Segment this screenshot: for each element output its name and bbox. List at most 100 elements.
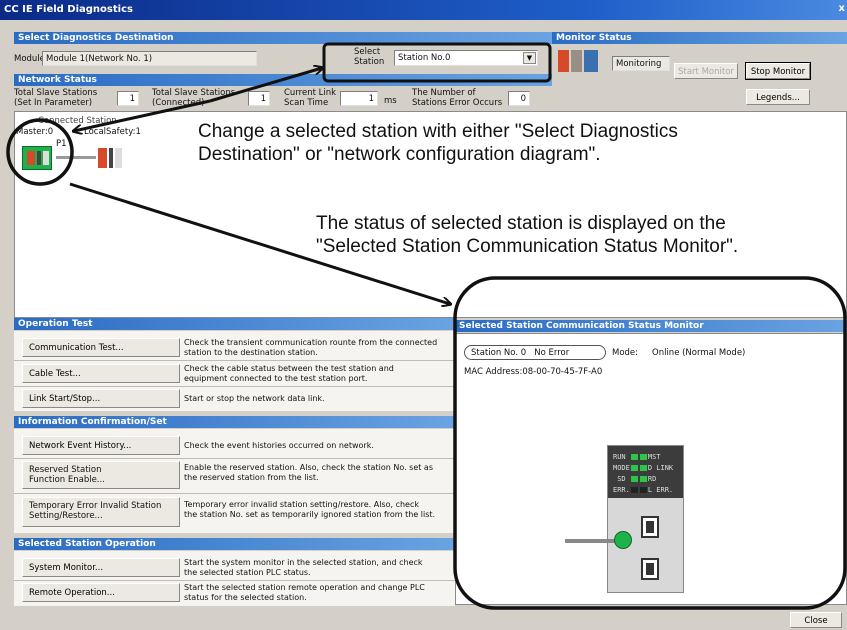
monitoring-animation-icon	[558, 48, 602, 74]
monitor-status-header: Monitor Status	[552, 32, 847, 44]
station-status-badge: Station No. 0 No Error	[464, 345, 606, 360]
title-bar: CC IE Field Diagnostics x	[0, 0, 847, 20]
led-rd	[639, 476, 647, 482]
led-lerr	[639, 487, 647, 493]
total-param-value: 1	[117, 91, 139, 106]
temporary-error-label: Temporary Error Invalid Station	[29, 501, 162, 511]
divider	[14, 580, 455, 581]
total-conn-value: 1	[248, 91, 270, 106]
led-sd	[630, 476, 638, 482]
temporary-error-desc: Temporary error invalid station setting/…	[184, 500, 420, 509]
total-conn-label-2: (Connected)	[152, 98, 205, 108]
cable-test-desc-2: equipment connected to the test station …	[184, 374, 368, 383]
station-error-status: No Error	[534, 348, 570, 358]
led-mst	[639, 454, 647, 460]
system-monitor-desc: Start the system monitor in the selected…	[184, 558, 423, 567]
scan-time-label: Current Link	[284, 88, 337, 98]
remote-operation-button[interactable]: Remote Operation...	[22, 583, 180, 602]
led-mode-label: MODE	[613, 464, 630, 472]
station-select[interactable]: Station No.0 ▼	[394, 50, 538, 66]
port-label: P1	[56, 139, 67, 149]
network-cable	[56, 156, 96, 159]
link-start-stop-button[interactable]: Link Start/Stop...	[22, 389, 180, 408]
info-confirm-header: Information Confirmation/Set	[14, 416, 455, 428]
led-err-label: ERR.	[613, 486, 630, 494]
error-stations-value: 0	[508, 91, 530, 106]
system-monitor-button[interactable]: System Monitor...	[22, 558, 180, 577]
led-run	[630, 454, 638, 460]
temporary-error-invalid-button[interactable]: Temporary Error Invalid Station Setting/…	[22, 497, 180, 527]
master-station-icon[interactable]	[22, 146, 52, 170]
led-sd-label: SD	[617, 475, 626, 483]
led-mst-label: MST	[647, 453, 661, 461]
mode-label: Mode:	[612, 348, 639, 358]
link-start-stop-desc: Start or stop the network data link.	[184, 394, 325, 403]
reserved-station-button[interactable]: Reserved Station Function Enable...	[22, 461, 180, 489]
close-button[interactable]: Close	[790, 612, 842, 628]
temporary-error-desc-2: the station No. set as temporarily ignor…	[184, 510, 436, 519]
error-stations-label: The Number of	[412, 88, 476, 98]
led-dlink-label: D LINK	[647, 464, 674, 472]
system-monitor-desc-2: the selected station PLC status.	[184, 568, 311, 577]
start-monitor-button[interactable]: Start Monitor	[674, 63, 738, 79]
local-station-icon[interactable]	[98, 148, 122, 168]
reserved-station-desc: Enable the reserved station. Also, check…	[184, 463, 433, 472]
select-station-label-2: Station	[354, 57, 385, 67]
connected-station-label: Connected Station	[38, 116, 117, 126]
communication-test-button[interactable]: Communication Test...	[22, 338, 180, 357]
network-event-history-button[interactable]: Network Event History...	[22, 436, 180, 455]
led-dlink	[639, 465, 647, 471]
legends-button[interactable]: Legends...	[746, 89, 810, 105]
master-label: Master:0	[16, 127, 54, 137]
plc-module-graphic: RUN MST MODE D LINK SD RD ERR. L ERR.	[607, 445, 684, 593]
port-connected-indicator-icon	[614, 531, 632, 549]
select-station-label: Select	[354, 47, 381, 57]
ethernet-port-1-icon	[641, 516, 659, 538]
cable-test-button[interactable]: Cable Test...	[22, 364, 180, 383]
station-operation-header: Selected Station Operation	[14, 538, 455, 550]
status-monitor-header: Selected Station Communication Status Mo…	[455, 320, 847, 332]
callout-select-station-line1: Change a selected station with either "S…	[198, 121, 678, 142]
total-conn-label: Total Slave Stations	[152, 88, 236, 98]
network-event-history-desc: Check the event histories occurred on ne…	[184, 441, 374, 450]
callout-select-station: Change a selected station with either "S…	[198, 120, 678, 166]
network-status-header: Network Status	[14, 74, 552, 86]
callout-status-monitor-line2: "Selected Station Communication Status M…	[316, 236, 739, 257]
local-station-label: LocalSafety:1	[84, 127, 141, 137]
callout-select-station-line2: Destination" or "network configuration d…	[198, 144, 601, 165]
led-mode	[630, 465, 638, 471]
diagnostics-window: CC IE Field Diagnostics x Select Diagnos…	[0, 0, 847, 630]
scan-time-unit: ms	[384, 96, 397, 106]
led-rd-label: RD	[647, 475, 657, 483]
divider	[14, 458, 455, 459]
ethernet-port-2-icon	[641, 558, 659, 580]
chevron-down-icon[interactable]: ▼	[523, 52, 536, 64]
divider	[14, 386, 455, 387]
scan-time-label-2: Scan Time	[284, 98, 329, 108]
communication-test-desc-2: station to the destination station.	[184, 348, 318, 357]
module-field: Module 1(Network No. 1)	[42, 51, 257, 66]
divider	[14, 360, 455, 361]
monitoring-state: Monitoring	[612, 56, 670, 71]
module-label: Module	[14, 54, 45, 64]
remote-operation-desc: Start the selected station remote operat…	[184, 583, 425, 592]
mac-address: MAC Address:08-00-70-45-7F-A0	[464, 367, 603, 377]
communication-test-desc: Check the transient communication rounte…	[184, 338, 438, 347]
operation-test-header: Operation Test	[14, 318, 455, 330]
temporary-error-label-2: Setting/Restore...	[29, 511, 103, 521]
window-close-icon[interactable]: x	[839, 3, 845, 14]
led-panel: RUN MST MODE D LINK SD RD ERR. L ERR.	[608, 446, 683, 498]
divider	[14, 493, 455, 494]
error-stations-label-2: Stations Error Occurs	[412, 98, 503, 108]
callout-status-monitor-line1: The status of selected station is displa…	[316, 213, 726, 234]
reserved-station-label-2: Function Enable...	[29, 475, 105, 485]
total-param-label: Total Slave Stations	[14, 88, 98, 98]
stop-monitor-button[interactable]: Stop Monitor	[745, 62, 811, 80]
reserved-station-desc-2: the reserved station from the list.	[184, 473, 319, 482]
remote-operation-desc-2: status for the selected station.	[184, 593, 307, 602]
led-run-label: RUN	[613, 453, 626, 461]
cable-test-desc: Check the cable status between the test …	[184, 364, 394, 373]
scan-time-value: 1	[340, 91, 378, 106]
callout-status-monitor: The status of selected station is displa…	[316, 212, 738, 258]
station-select-value: Station No.0	[398, 53, 451, 63]
